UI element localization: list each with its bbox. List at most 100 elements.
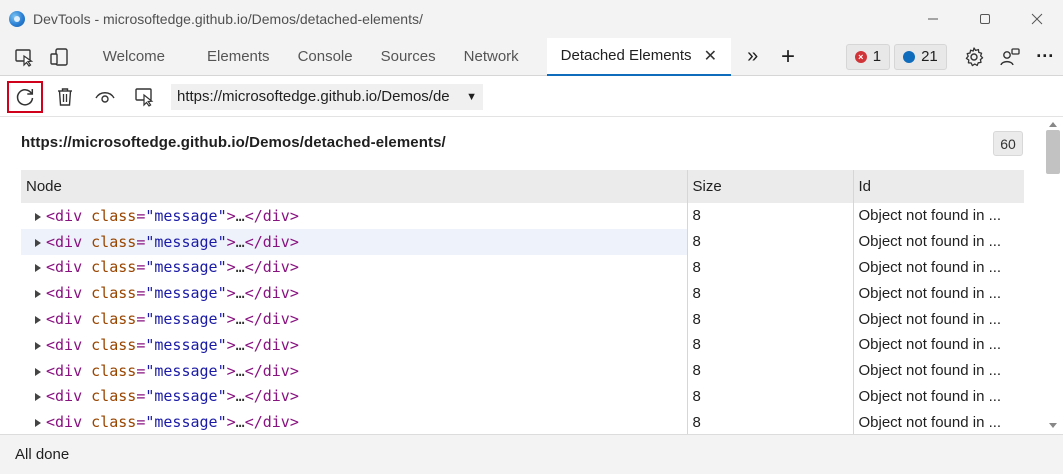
attribute-equals: = bbox=[136, 284, 146, 303]
add-tab-button[interactable]: + bbox=[770, 38, 805, 76]
window-title: DevTools - microsoftedge.github.io/Demos… bbox=[33, 11, 423, 27]
show-element-button[interactable] bbox=[87, 81, 123, 113]
scroll-up-arrow-icon[interactable] bbox=[1049, 122, 1057, 127]
tab-console[interactable]: Console bbox=[284, 38, 367, 76]
collapsed-children-ellipsis: … bbox=[235, 310, 245, 329]
id-cell: Object not found in ... bbox=[858, 207, 1002, 225]
tab-detached-elements[interactable]: Detached Elements ✕ bbox=[546, 37, 731, 76]
close-window-button[interactable] bbox=[1011, 0, 1063, 38]
table-row[interactable]: <div class="message">…</div> 8 Object not … bbox=[21, 203, 1024, 229]
table-row[interactable]: <div class="message">…</div> 8 Object not … bbox=[21, 331, 1024, 358]
table-row[interactable]: <div class="message">…</div> 8 Object not … bbox=[21, 306, 1024, 332]
closing-tag-name: div bbox=[262, 258, 290, 277]
closing-tag-open: </ bbox=[244, 232, 263, 251]
collapsed-children-ellipsis: … bbox=[235, 361, 245, 380]
expand-triangle-icon[interactable] bbox=[35, 238, 41, 247]
collapsed-children-ellipsis: … bbox=[235, 387, 245, 406]
scroll-down-arrow-icon[interactable] bbox=[1049, 423, 1057, 428]
get-detached-elements-button[interactable] bbox=[7, 80, 43, 113]
tab-welcome[interactable]: Welcome bbox=[89, 38, 179, 76]
node-cell[interactable]: <div class="message">…</div> bbox=[21, 383, 688, 410]
inspect-button[interactable] bbox=[6, 38, 41, 76]
plus-icon: + bbox=[781, 42, 796, 70]
table-row[interactable]: <div class="message">…</div> 8 Object not … bbox=[21, 228, 1024, 255]
tab-network[interactable]: Network bbox=[450, 38, 533, 76]
column-header-node[interactable]: Node bbox=[21, 170, 688, 203]
scrollbar-thumb[interactable] bbox=[1046, 130, 1060, 174]
closing-tag-open: </ bbox=[244, 335, 263, 354]
size-cell: 8 bbox=[687, 280, 854, 307]
expand-triangle-icon[interactable] bbox=[35, 212, 41, 221]
target-url-select[interactable]: https://microsoftedge.github.io/Demos/de… bbox=[171, 83, 483, 110]
tab-label: Console bbox=[297, 48, 353, 65]
node-cell[interactable]: <div class="message">…</div> bbox=[21, 254, 688, 281]
attribute-value-close-quote: " bbox=[217, 310, 227, 329]
collapsed-children-ellipsis: … bbox=[235, 284, 245, 303]
column-header-id[interactable]: Id bbox=[853, 170, 1024, 203]
expand-triangle-icon[interactable] bbox=[35, 316, 41, 325]
attribute-value-close-quote: " bbox=[217, 335, 227, 354]
select-element-button[interactable] bbox=[127, 81, 163, 113]
expand-triangle-icon[interactable] bbox=[35, 264, 41, 273]
tag-close-bracket: > bbox=[226, 413, 236, 432]
vertical-scrollbar[interactable] bbox=[1043, 118, 1063, 434]
attribute-equals: = bbox=[136, 206, 146, 225]
settings-button[interactable] bbox=[957, 38, 992, 76]
attribute-name: class bbox=[91, 258, 137, 277]
tab-label: Network bbox=[463, 48, 519, 65]
node-cell[interactable]: <div class="message">…</div> bbox=[21, 357, 688, 384]
maximize-button[interactable] bbox=[959, 0, 1011, 38]
node-cell[interactable]: <div class="message">…</div> bbox=[21, 306, 688, 332]
node-cell[interactable]: <div class="message">…</div> bbox=[21, 280, 688, 307]
closing-tag-open: </ bbox=[244, 284, 263, 303]
table-row[interactable]: <div class="message">…</div> 8 Object not … bbox=[21, 357, 1024, 384]
attribute-name: class bbox=[91, 361, 137, 380]
more-menu-button[interactable]: ··· bbox=[1028, 38, 1063, 76]
detached-elements-toolbar: https://microsoftedge.github.io/Demos/de… bbox=[0, 77, 1063, 117]
closing-tag-close: > bbox=[289, 387, 299, 406]
id-cell: Object not found in ... bbox=[858, 258, 1002, 276]
closing-tag-open: </ bbox=[244, 258, 263, 277]
expand-triangle-icon[interactable] bbox=[35, 290, 41, 299]
attribute-equals: = bbox=[136, 310, 146, 329]
size-cell: 8 bbox=[687, 383, 854, 410]
tab-elements[interactable]: Elements bbox=[193, 38, 284, 76]
detached-count-badge: 60 bbox=[993, 131, 1023, 156]
device-emulation-button[interactable] bbox=[41, 38, 76, 76]
table-row[interactable]: <div class="message">…</div> 8 Object not … bbox=[21, 254, 1024, 281]
customize-button[interactable] bbox=[992, 38, 1027, 76]
error-count-badge[interactable]: × 1 bbox=[845, 43, 891, 70]
expand-triangle-icon[interactable] bbox=[35, 393, 41, 402]
id-cell: Object not found in ... bbox=[858, 310, 1002, 328]
column-header-size[interactable]: Size bbox=[687, 170, 854, 203]
attribute-value: message bbox=[154, 206, 218, 225]
tag-open-bracket: < bbox=[46, 258, 56, 277]
tab-strip: Welcome Elements Console Sources Network… bbox=[0, 37, 1063, 76]
tab-sources[interactable]: Sources bbox=[367, 38, 450, 76]
message-count-badge[interactable]: 21 bbox=[894, 43, 947, 70]
expand-triangle-icon[interactable] bbox=[35, 419, 41, 428]
id-cell: Object not found in ... bbox=[858, 284, 1002, 302]
closing-tag-open: </ bbox=[244, 310, 263, 329]
table-row[interactable]: <div class="message">…</div> 8 Object not … bbox=[21, 409, 1024, 434]
window-controls bbox=[907, 0, 1063, 38]
node-cell[interactable]: <div class="message">…</div> bbox=[21, 331, 688, 358]
attribute-name: class bbox=[91, 335, 137, 354]
tag-name: div bbox=[55, 284, 83, 303]
node-cell[interactable]: <div class="message">…</div> bbox=[21, 203, 688, 229]
table-row[interactable]: <div class="message">…</div> 8 Object not … bbox=[21, 280, 1024, 307]
collect-garbage-button[interactable] bbox=[47, 81, 83, 113]
node-cell[interactable]: <div class="message">…</div> bbox=[21, 409, 688, 434]
expand-triangle-icon[interactable] bbox=[35, 341, 41, 350]
collapsed-children-ellipsis: … bbox=[235, 413, 245, 432]
closing-tag-close: > bbox=[289, 206, 299, 225]
message-icon bbox=[903, 50, 916, 63]
close-tab-icon[interactable]: ✕ bbox=[704, 46, 717, 66]
inspect-icon bbox=[14, 48, 33, 67]
tab-label: Detached Elements bbox=[560, 47, 692, 64]
table-row[interactable]: <div class="message">…</div> 8 Object not … bbox=[21, 383, 1024, 410]
more-tabs-button[interactable]: » bbox=[735, 38, 770, 76]
node-cell[interactable]: <div class="message">…</div> bbox=[21, 228, 688, 255]
expand-triangle-icon[interactable] bbox=[35, 367, 41, 376]
minimize-button[interactable] bbox=[907, 0, 959, 38]
